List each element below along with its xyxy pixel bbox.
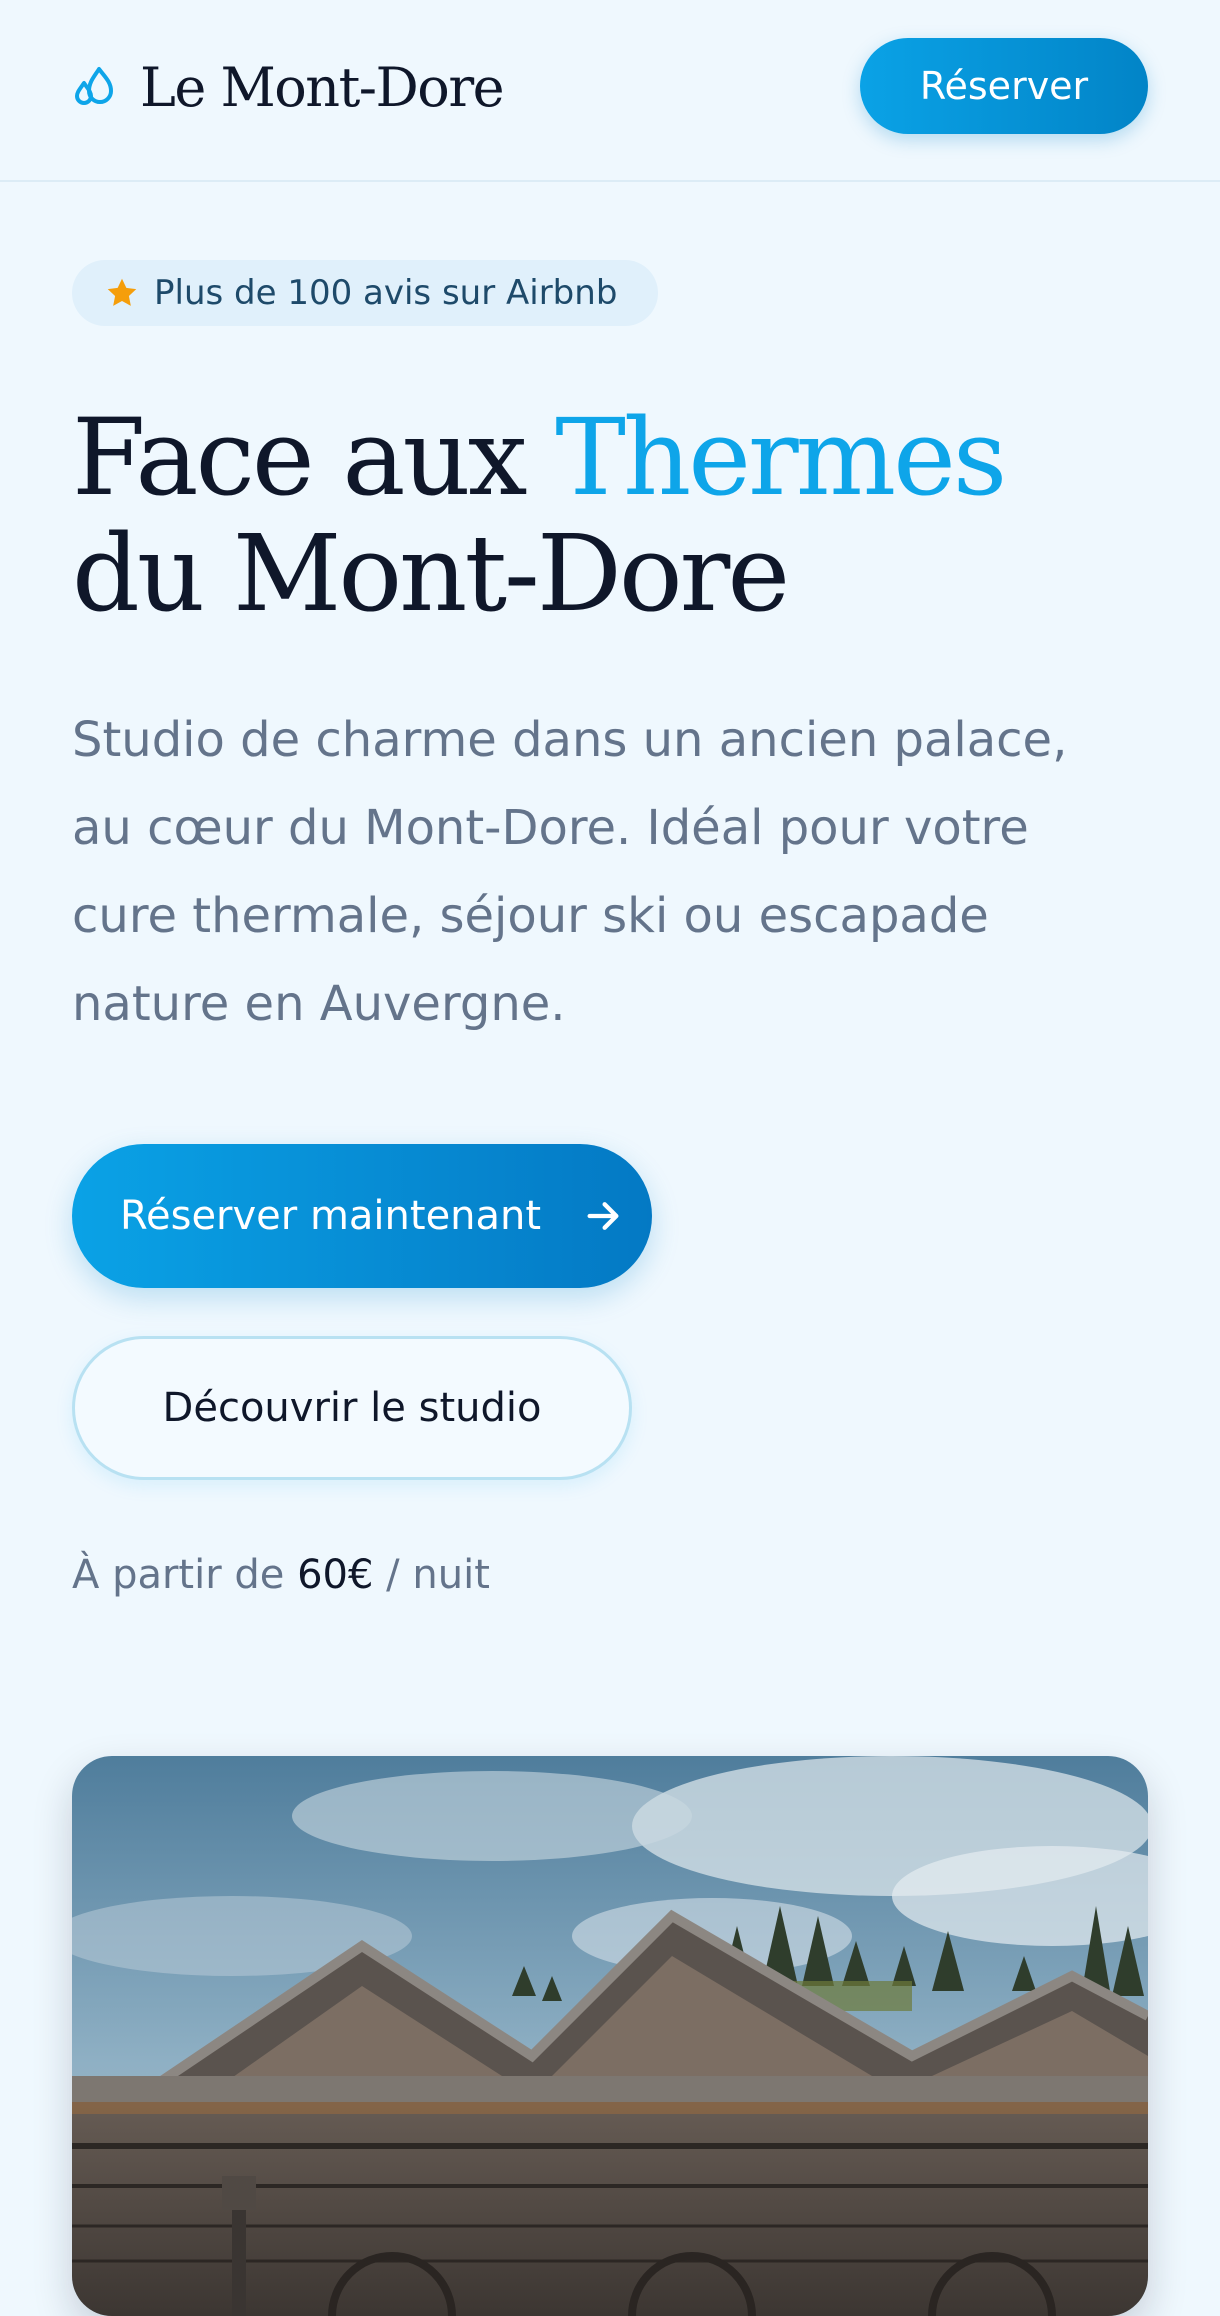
reviews-badge: Plus de 100 avis sur Airbnb [72,260,658,326]
price-suffix: / nuit [373,1552,490,1598]
thermes-building-photo [72,1756,1148,2316]
photo-illustration [72,1756,1148,2316]
arrow-right-icon [587,1202,619,1230]
site-header: Le Mont-Dore Réserver [0,0,1220,182]
price-value: 60€ [297,1552,374,1598]
reserve-now-button[interactable]: Réserver maintenant [72,1144,652,1288]
hero-title: Face aux Thermes du Mont-Dore [72,400,1007,635]
droplets-icon [75,67,113,105]
site-logo[interactable]: Le Mont-Dore [72,52,505,122]
discover-studio-button[interactable]: Découvrir le studio [72,1336,632,1480]
hero-description: Studio de charme dans un ancien palace, … [72,712,1068,1032]
logo-text: Le Mont-Dore [140,55,505,119]
star-icon [107,278,137,306]
title-part1: Face aux [72,396,556,519]
title-accent: Thermes [555,396,1007,519]
reserve-now-label: Réserver maintenant [120,1193,542,1239]
price-line: À partir de 60€ / nuit [72,1552,490,1598]
badge-text: Plus de 100 avis sur Airbnb [154,273,618,313]
reserve-button[interactable]: Réserver [860,38,1148,134]
price-prefix: À partir de [72,1552,298,1598]
title-line2: du Mont-Dore [72,512,790,635]
